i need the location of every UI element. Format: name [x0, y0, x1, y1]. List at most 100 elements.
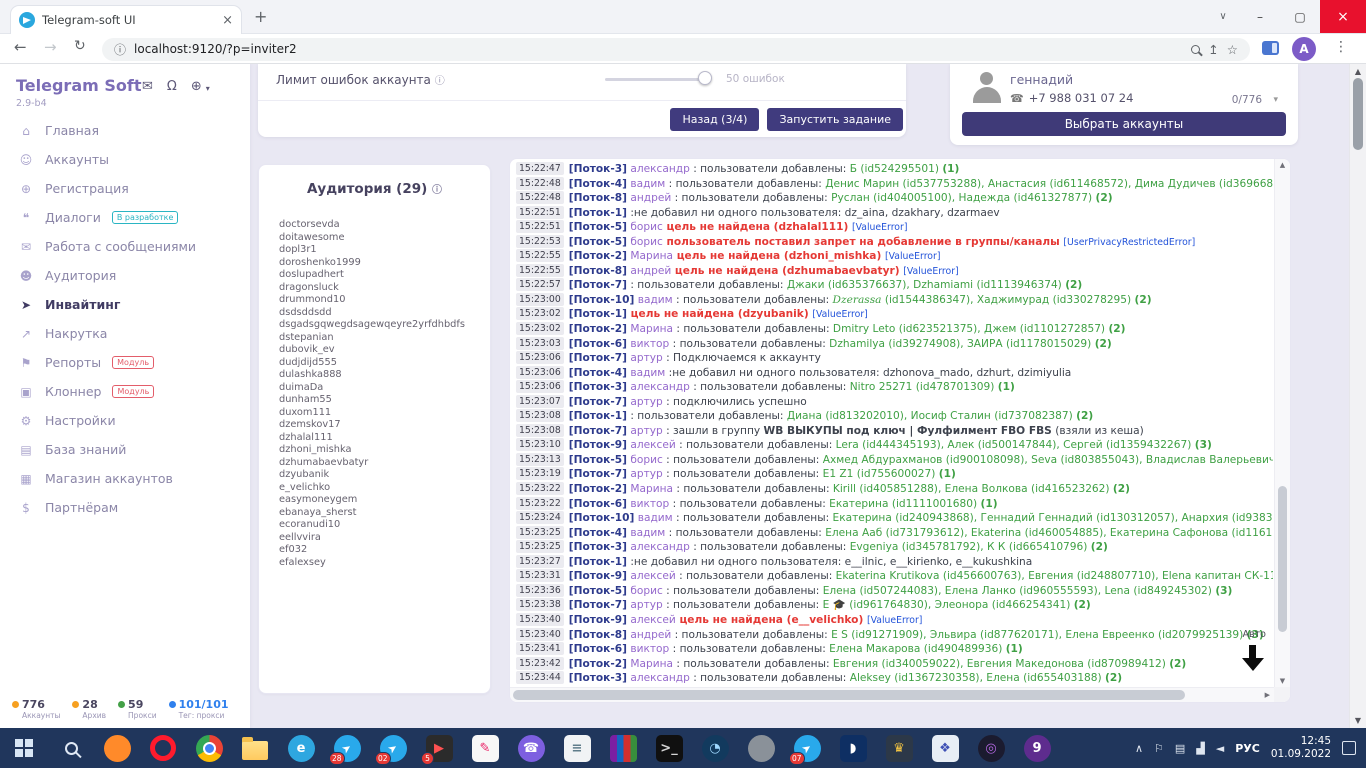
- sidebar-item-glavnaya[interactable]: ⌂ Главная: [0, 116, 250, 145]
- tray-volume-icon[interactable]: ◄: [1216, 742, 1224, 755]
- taskbar-nine-app[interactable]: 9: [1014, 728, 1060, 768]
- back-step-button[interactable]: Назад (3/4): [670, 107, 760, 131]
- share-icon[interactable]: ↥: [1208, 42, 1218, 57]
- error-limit-slider[interactable]: [605, 70, 712, 88]
- start-task-button[interactable]: Запустить задание: [767, 107, 903, 131]
- log-segment: [Поток-10]: [568, 512, 635, 525]
- refresh-icon[interactable]: ↻: [74, 38, 86, 54]
- sidebar-item-magazin-akkauntov[interactable]: ▦ Магазин аккаунтов: [0, 464, 250, 493]
- language-indicator[interactable]: РУС: [1235, 742, 1260, 755]
- zoom-icon[interactable]: [1191, 44, 1201, 54]
- sidebar-item-partneram[interactable]: $ Партнёрам: [0, 493, 250, 522]
- log-segment: александр: [626, 541, 690, 554]
- sidebar-item-klonner[interactable]: ▣ Клоннер Модуль: [0, 377, 250, 406]
- browser-tab[interactable]: Telegram-soft UI ×: [10, 5, 242, 34]
- profile-avatar[interactable]: A: [1292, 37, 1316, 61]
- slider-handle[interactable]: [698, 71, 712, 85]
- game-app-icon: ♛: [885, 734, 913, 762]
- taskbar-viber[interactable]: ☎: [508, 728, 554, 768]
- taskbar-chrome[interactable]: [186, 728, 232, 768]
- browser-menu-icon[interactable]: ⋮: [1334, 39, 1348, 55]
- scroll-right-icon[interactable]: ▶: [1265, 691, 1270, 699]
- taskbar-sail-app[interactable]: ◗: [830, 728, 876, 768]
- scroll-down-icon[interactable]: ▼: [1350, 716, 1366, 725]
- sidebar-item-akkaunty[interactable]: ☺ Аккаунты: [0, 145, 250, 174]
- taskbar-game-app[interactable]: ♛: [876, 728, 922, 768]
- log-segment: : пользователи добавлены:: [662, 468, 823, 481]
- sidebar-item-dialogi[interactable]: ❝ Диалоги В разработке: [0, 203, 250, 232]
- bell-icon[interactable]: Ω: [167, 79, 177, 94]
- new-tab-button[interactable]: +: [254, 7, 267, 26]
- log-segment: (id1544386347), Хаджимурад (id330278295): [881, 293, 1135, 306]
- taskbar-notepad[interactable]: ≡: [554, 728, 600, 768]
- taskbar-telegram-2[interactable]: ➤ 02: [370, 728, 416, 768]
- log-vertical-scrollbar[interactable]: ▲ ▼: [1274, 159, 1290, 687]
- minimize-button[interactable]: –: [1240, 0, 1280, 33]
- page-scrollbar[interactable]: ▲ ▼: [1349, 64, 1366, 728]
- vertical-scrollbar-thumb[interactable]: [1278, 486, 1287, 632]
- close-button[interactable]: ×: [1320, 0, 1366, 33]
- maximize-button[interactable]: ▢: [1280, 0, 1320, 33]
- page-scrollbar-thumb[interactable]: [1353, 78, 1363, 150]
- taskbar-winrar[interactable]: [600, 728, 646, 768]
- taskbar-globe-app[interactable]: ◔: [692, 728, 738, 768]
- taskbar-media-app[interactable]: ▶ 5: [416, 728, 462, 768]
- select-accounts-button[interactable]: Выбрать аккаунты: [962, 112, 1286, 136]
- scroll-up-icon[interactable]: ▲: [1275, 161, 1290, 169]
- tray-network-icon[interactable]: ▟: [1196, 742, 1204, 755]
- taskbar-file-explorer[interactable]: [232, 728, 278, 768]
- taskbar-security-app[interactable]: ❖: [922, 728, 968, 768]
- window-chevron-icon[interactable]: ∨: [1206, 0, 1240, 33]
- sidebar-item-nakrutka[interactable]: ↗ Накрутка: [0, 319, 250, 348]
- scroll-down-icon[interactable]: ▼: [1275, 677, 1290, 685]
- horizontal-scrollbar-thumb[interactable]: [513, 690, 1185, 700]
- tab-close-icon[interactable]: ×: [222, 13, 233, 28]
- rabota-s-soobshcheniyami-icon: ✉: [20, 239, 32, 254]
- scroll-up-icon[interactable]: ▲: [1350, 67, 1366, 76]
- log-horizontal-scrollbar[interactable]: ▶: [510, 687, 1274, 702]
- log-segment: александр: [626, 672, 690, 685]
- taskbar-internet-explorer[interactable]: e: [278, 728, 324, 768]
- sidebar-item-registraciya[interactable]: ⊕ Регистрация: [0, 174, 250, 203]
- taskbar-orb-app[interactable]: ◎: [968, 728, 1014, 768]
- address-bar[interactable]: ⓘ localhost:9120/?p=inviter2 ↥ ☆: [102, 37, 1250, 61]
- side-panel-icon[interactable]: [1262, 41, 1279, 55]
- back-icon[interactable]: ←: [14, 38, 27, 56]
- taskbar-clock[interactable]: 12:45 01.09.2022: [1271, 735, 1331, 761]
- forward-icon[interactable]: →: [44, 38, 57, 56]
- scroll-to-bottom-icon[interactable]: [1242, 645, 1264, 672]
- glavnaya-icon: ⌂: [22, 123, 30, 138]
- phone-icon: ☎: [1010, 91, 1024, 105]
- log-segment: [Поток-7]: [568, 279, 627, 292]
- taskbar-terminal[interactable]: >_: [646, 728, 692, 768]
- sidebar-item-rabota-s-soobshcheniyami[interactable]: ✉ Работа с сообщениями: [0, 232, 250, 261]
- log-segment: :не добавил ни одного пользователя: dz_a…: [626, 206, 1000, 219]
- log-timestamp: 15:22:48: [516, 191, 564, 205]
- taskbar-paint[interactable]: ✎: [462, 728, 508, 768]
- mail-icon[interactable]: ✉: [142, 79, 153, 94]
- taskbar-steam[interactable]: [738, 728, 784, 768]
- tray-display-icon[interactable]: ▤: [1175, 742, 1185, 755]
- start-button[interactable]: [0, 728, 48, 768]
- taskbar-opera[interactable]: [140, 728, 186, 768]
- bookmark-star-icon[interactable]: ☆: [1227, 42, 1238, 57]
- chevron-down-icon[interactable]: ▾: [206, 84, 210, 94]
- sidebar-item-invayting[interactable]: ➤ Инвайтинг: [0, 290, 250, 319]
- taskbar-telegram-3[interactable]: ➤ 07: [784, 728, 830, 768]
- slider-track[interactable]: [605, 78, 711, 81]
- taskbar-telegram-1[interactable]: ➤ 28: [324, 728, 370, 768]
- taskbar-search[interactable]: [48, 728, 94, 768]
- globe-icon[interactable]: ⊕: [191, 79, 202, 94]
- tray-flag-icon[interactable]: ⚐: [1154, 742, 1164, 755]
- action-center-icon[interactable]: [1342, 741, 1356, 755]
- clock-date: 01.09.2022: [1270, 748, 1331, 760]
- sidebar-item-reporty[interactable]: ⚑ Репорты Модуль: [0, 348, 250, 377]
- tray-expand-icon[interactable]: ∧: [1135, 742, 1143, 755]
- taskbar-firefox[interactable]: [94, 728, 140, 768]
- site-info-icon[interactable]: ⓘ: [114, 41, 126, 58]
- sidebar-item-nastroyki[interactable]: ⚙ Настройки: [0, 406, 250, 435]
- counter-caret-icon[interactable]: ▾: [1273, 95, 1278, 105]
- sidebar-item-label: База знаний: [45, 442, 127, 457]
- sidebar-item-auditoriya[interactable]: ☻ Аудитория: [0, 261, 250, 290]
- sidebar-item-baza-znaniy[interactable]: ▤ База знаний: [0, 435, 250, 464]
